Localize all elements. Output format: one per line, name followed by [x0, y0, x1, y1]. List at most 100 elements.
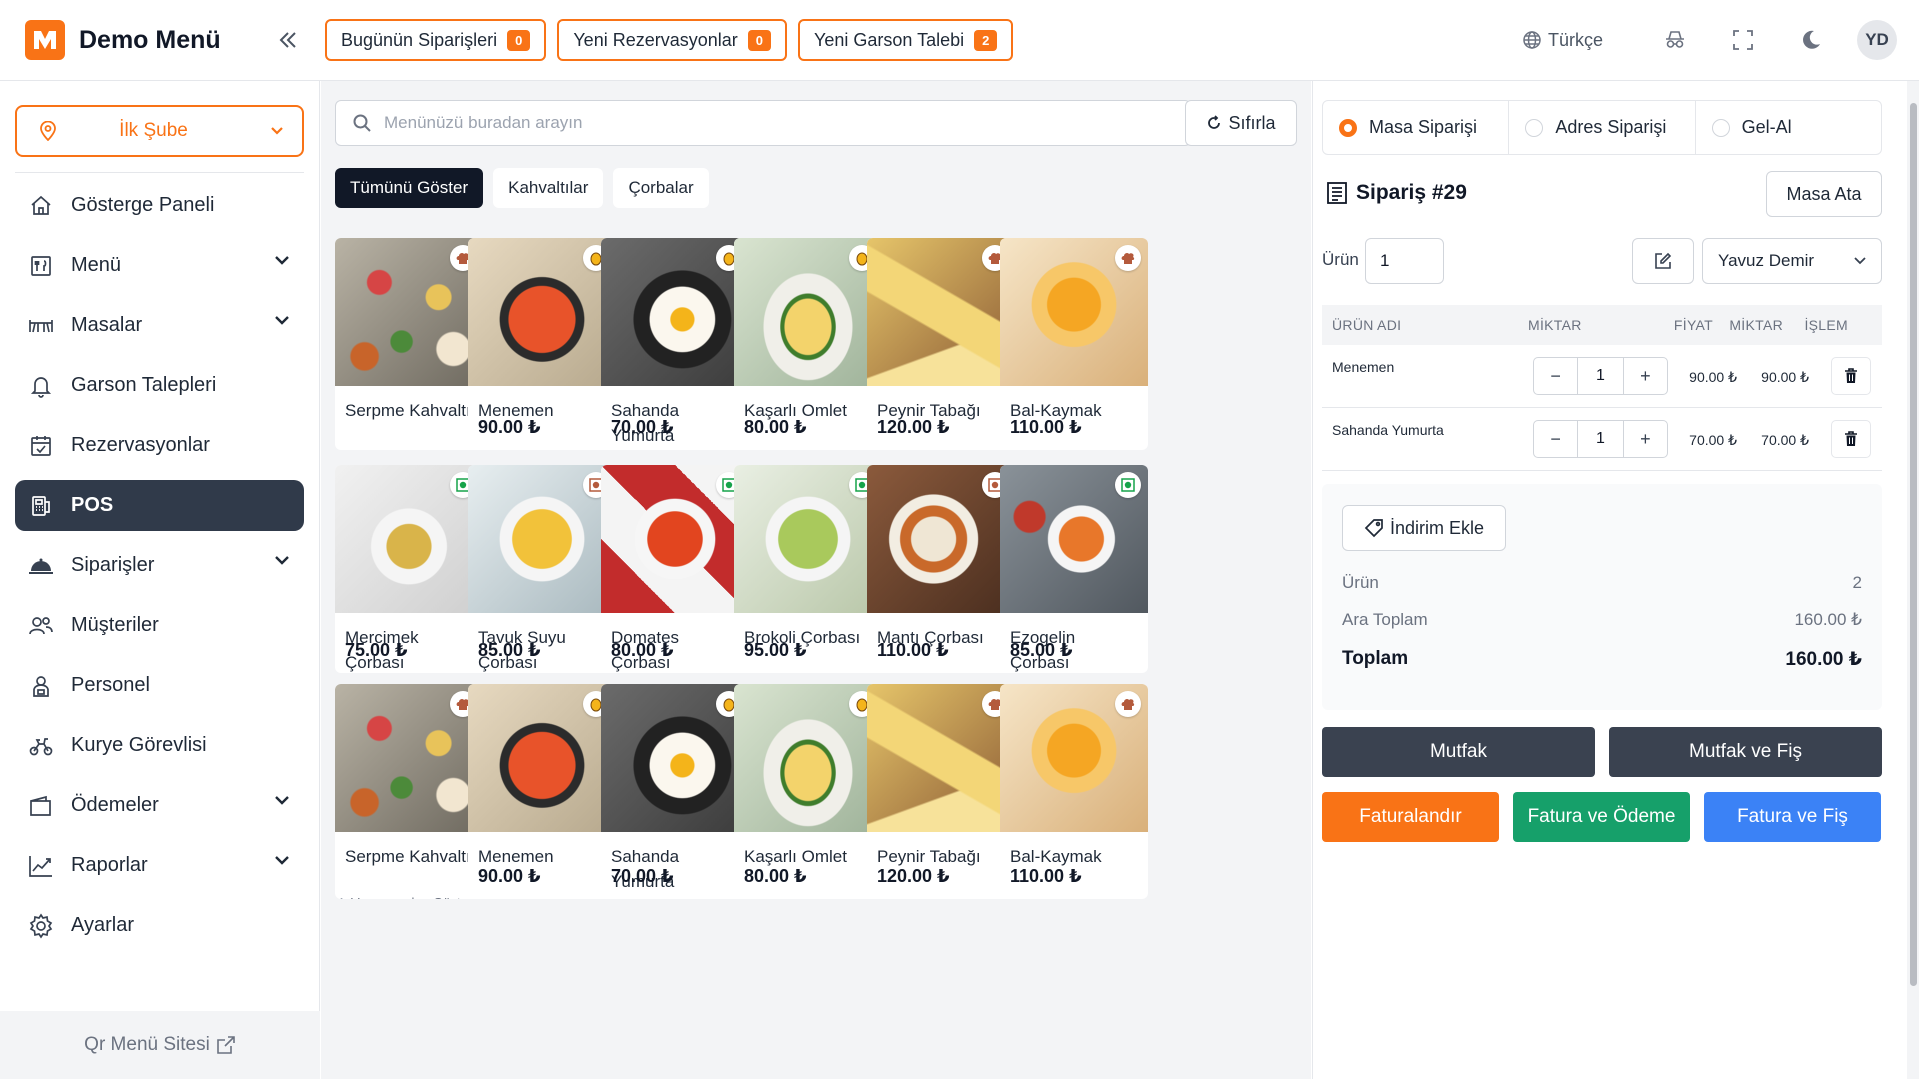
order-type-takeaway[interactable]: Gel-Al [1696, 101, 1881, 154]
waiter-select[interactable]: Yavuz Demir [1702, 238, 1882, 284]
user-avatar[interactable]: YD [1857, 20, 1897, 60]
tab-all[interactable]: Tümünü Göster [335, 168, 484, 208]
kitchen-receipt-button[interactable]: Mutfak ve Fiş [1609, 727, 1882, 777]
product-card[interactable]: Serpme Kahvaltı Varyasyonları Göster [335, 238, 483, 450]
incognito-icon[interactable] [1653, 18, 1697, 62]
fullscreen-icon[interactable] [1721, 18, 1765, 62]
line-quantity[interactable]: 1 [1577, 421, 1624, 457]
invoice-button[interactable]: Faturalandır [1322, 792, 1499, 842]
page-scrollbar[interactable] [1907, 81, 1919, 1079]
sidebar-item-label: Gösterge Paneli [71, 194, 215, 216]
product-card[interactable]: Mercimek Çorbası 75.00 ₺ [335, 465, 483, 673]
sidebar-item-orders[interactable]: Siparişler [15, 540, 304, 591]
order-type-selector: Masa Siparişi Adres Siparişi Gel-Al [1322, 100, 1882, 155]
quantity-stepper: − 1 + [1533, 357, 1668, 395]
line-total: 90.00 ₺ [1761, 369, 1809, 385]
order-title: Sipariş #29 [1326, 181, 1467, 205]
product-card[interactable]: Mantı Çorbası 110.00 ₺ [867, 465, 1015, 673]
line-quantity[interactable]: 1 [1577, 358, 1624, 394]
language-switcher[interactable]: Türkçe [1522, 30, 1603, 51]
sidebar-item-courier[interactable]: Kurye Görevlisi [15, 720, 304, 771]
reset-button[interactable]: Sıfırla [1185, 100, 1297, 146]
product-card[interactable]: Peynir Tabağı 120.00 ₺ [867, 238, 1015, 450]
show-variants-link[interactable]: Varyasyonları Göster [335, 448, 483, 450]
sidebar-item-reservations[interactable]: Rezervasyonlar [15, 420, 304, 471]
sidebar-item-pos[interactable]: POS [15, 480, 304, 531]
sidebar-item-waiter-requests[interactable]: Garson Talepleri [15, 360, 304, 411]
order-summary: İndirim Ekle Ürün 2 Ara Toplam 160.00 ₺ … [1322, 484, 1882, 710]
waiter-requests-button[interactable]: Yeni Garson Talebi 2 [798, 19, 1014, 61]
chef-hat-icon [1115, 691, 1141, 717]
delete-line-button[interactable] [1831, 357, 1871, 395]
sidebar-item-payments[interactable]: Ödemeler [15, 780, 304, 831]
edit-note-button[interactable] [1632, 238, 1694, 284]
product-card[interactable]: Sahanda Yumurta 70.00 ₺ [601, 684, 749, 899]
delete-line-button[interactable] [1831, 420, 1871, 458]
order-line: Sahanda Yumurta − 1 + 70.00 ₺ 70.00 ₺ [1322, 408, 1882, 471]
menu-search[interactable] [335, 100, 1191, 146]
new-reservations-button[interactable]: Yeni Rezervasyonlar 0 [557, 19, 787, 61]
kitchen-button[interactable]: Mutfak [1322, 727, 1595, 777]
menu-book-icon [25, 250, 57, 282]
product-card[interactable]: Brokoli Çorbası 95.00 ₺ [734, 465, 882, 673]
dark-mode-moon-icon[interactable] [1789, 18, 1833, 62]
pos-terminal-icon [25, 490, 57, 522]
invoice-payment-button[interactable]: Fatura ve Ödeme [1513, 792, 1690, 842]
product-card[interactable]: Kaşarlı Omlet 80.00 ₺ [734, 238, 882, 450]
sidebar-item-label: Garson Talepleri [71, 374, 217, 396]
chart-line-icon [25, 850, 57, 882]
product-image [1000, 684, 1148, 832]
product-image [335, 465, 483, 613]
sidebar-item-customers[interactable]: Müşteriler [15, 600, 304, 651]
chevron-down-icon [275, 796, 289, 805]
increase-button[interactable]: + [1624, 421, 1667, 457]
product-card[interactable]: Serpme Kahvaltı Varyasyonları Göster [335, 684, 483, 899]
assign-table-button[interactable]: Masa Ata [1766, 171, 1882, 217]
chevron-down-icon [275, 556, 289, 565]
brand[interactable]: Demo Menü [25, 20, 255, 60]
product-card[interactable]: Ezogelin Çorbası 85.00 ₺ [1000, 465, 1148, 673]
branch-select[interactable]: İlk Şube [15, 105, 304, 157]
tab-soups[interactable]: Çorbalar [613, 168, 709, 208]
add-discount-button[interactable]: İndirim Ekle [1342, 505, 1506, 551]
order-type-address[interactable]: Adres Siparişi [1509, 101, 1696, 154]
scrollbar-thumb[interactable] [1910, 103, 1917, 986]
quantity-input[interactable] [1365, 238, 1444, 284]
search-input[interactable] [384, 113, 1164, 133]
chevron-down-icon [275, 856, 289, 865]
increase-button[interactable]: + [1624, 358, 1667, 394]
product-card[interactable]: Bal-Kaymak 110.00 ₺ [1000, 238, 1148, 450]
qr-menu-site-link[interactable]: Qr Menü Sitesi [0, 1011, 320, 1079]
decrease-button[interactable]: − [1534, 421, 1577, 457]
product-card[interactable]: Peynir Tabağı 120.00 ₺ [867, 684, 1015, 899]
tab-breakfasts[interactable]: Kahvaltılar [493, 168, 604, 208]
product-card[interactable]: Tavuk Suyu Çorbası 85.00 ₺ [468, 465, 616, 673]
order-type-table[interactable]: Masa Siparişi [1323, 101, 1510, 154]
table-icon [25, 310, 57, 342]
product-card[interactable]: Menemen 90.00 ₺ [468, 238, 616, 450]
collapse-sidebar-icon[interactable] [273, 25, 303, 55]
show-variants-link[interactable]: Varyasyonları Göster [335, 894, 483, 899]
invoice-receipt-button[interactable]: Fatura ve Fiş [1704, 792, 1881, 842]
product-card[interactable]: Menemen 90.00 ₺ [468, 684, 616, 899]
sidebar-item-tables[interactable]: Masalar [15, 300, 304, 351]
decrease-button[interactable]: − [1534, 358, 1577, 394]
product-name: Serpme Kahvaltı [345, 401, 471, 420]
todays-orders-button[interactable]: Bugünün Siparişleri 0 [325, 19, 547, 61]
product-card[interactable]: Sahanda Yumurta 70.00 ₺ [601, 238, 749, 450]
sidebar-item-staff[interactable]: Personel [15, 660, 304, 711]
sidebar-item-menu[interactable]: Menü [15, 240, 304, 291]
product-card[interactable]: Bal-Kaymak 110.00 ₺ [1000, 684, 1148, 899]
sidebar-item-settings[interactable]: Ayarlar [15, 900, 304, 951]
product-card[interactable]: Kaşarlı Omlet 80.00 ₺ [734, 684, 882, 899]
sidebar-item-reports[interactable]: Raporlar [15, 840, 304, 891]
sidebar-item-label: Kurye Görevlisi [71, 734, 207, 756]
line-price: 70.00 ₺ [1689, 432, 1737, 448]
total-label: Toplam [1342, 648, 1409, 669]
sidebar-item-dashboard[interactable]: Gösterge Paneli [15, 180, 304, 231]
sidebar-item-label: POS [71, 494, 114, 516]
product-card[interactable]: Domates Çorbası 80.00 ₺ [601, 465, 749, 673]
summary-items-label: Ürün [1342, 573, 1379, 592]
calendar-check-icon [25, 430, 57, 462]
order-line-name: Sahanda Yumurta [1332, 422, 1444, 438]
